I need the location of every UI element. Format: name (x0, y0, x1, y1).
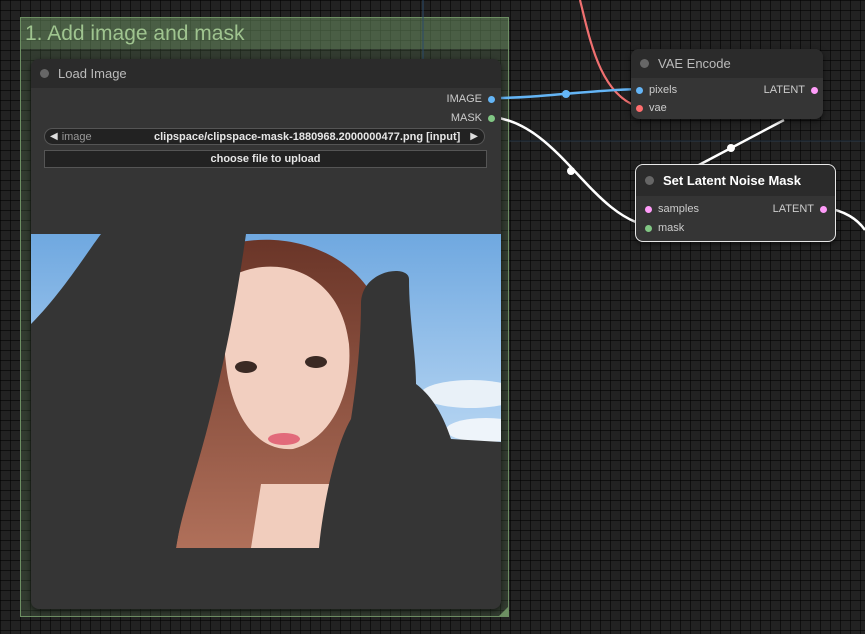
node-header[interactable]: Set Latent Noise Mask (636, 165, 835, 196)
masked-portrait-image (31, 234, 501, 548)
output-port-latent[interactable] (820, 205, 827, 213)
input-label-samples: samples (658, 203, 699, 215)
link-mask-to-mask[interactable] (492, 115, 650, 228)
output-port-image[interactable] (488, 95, 495, 103)
combo-next-arrow-icon[interactable]: ▶ (466, 131, 484, 142)
output-port-latent[interactable] (811, 86, 818, 94)
node-header[interactable]: Load Image (31, 59, 501, 88)
group-resize-handle[interactable] (499, 607, 508, 616)
node-title: VAE Encode (658, 56, 731, 71)
input-port-vae[interactable] (636, 104, 643, 112)
output-label-mask: MASK (450, 112, 482, 124)
output-port-mask[interactable] (488, 114, 495, 122)
collapse-dot-icon[interactable] (40, 69, 49, 78)
output-image[interactable]: IMAGE (447, 92, 495, 106)
node-title: Load Image (58, 66, 127, 81)
output-latent[interactable]: LATENT (773, 202, 827, 216)
output-label-image: IMAGE (446, 93, 482, 105)
node-title: Set Latent Noise Mask (663, 173, 801, 188)
node-set-latent-noise-mask[interactable]: Set Latent Noise Mask samples mask LATEN… (635, 164, 836, 242)
node-header[interactable]: VAE Encode (631, 49, 823, 78)
output-label-latent: LATENT (772, 203, 814, 215)
combo-prev-arrow-icon[interactable]: ◀ (45, 131, 62, 142)
combo-label: image (61, 130, 92, 143)
image-combo-widget[interactable]: ◀ image clipspace/clipspace-mask-1880968… (44, 128, 485, 145)
output-mask[interactable]: MASK (451, 111, 495, 125)
output-latent[interactable]: LATENT (764, 83, 818, 97)
combo-value: clipspace/clipspace-mask-1880968.2000000… (153, 130, 461, 143)
collapse-dot-icon[interactable] (640, 59, 649, 68)
choose-file-button[interactable]: choose file to upload (44, 150, 487, 168)
input-port-pixels[interactable] (636, 86, 643, 94)
group-title[interactable]: 1. Add image and mask (21, 18, 508, 49)
input-label-pixels: pixels (649, 84, 678, 96)
input-port-mask[interactable] (645, 224, 652, 232)
input-mask[interactable]: mask (645, 221, 684, 235)
input-label-vae: vae (649, 102, 667, 114)
node-vae-encode[interactable]: VAE Encode pixels vae LATENT (631, 49, 823, 119)
input-port-samples[interactable] (645, 205, 652, 213)
collapse-dot-icon[interactable] (645, 176, 654, 185)
output-label-latent: LATENT (763, 84, 805, 96)
input-vae[interactable]: vae (636, 101, 667, 115)
input-samples[interactable]: samples (645, 202, 699, 216)
input-pixels[interactable]: pixels (636, 83, 677, 97)
image-preview (31, 234, 501, 548)
input-label-mask: mask (658, 222, 685, 234)
node-load-image[interactable]: Load Image IMAGE MASK ◀ image clipspace/… (31, 59, 501, 609)
link-latent-to-samples[interactable] (696, 118, 785, 168)
